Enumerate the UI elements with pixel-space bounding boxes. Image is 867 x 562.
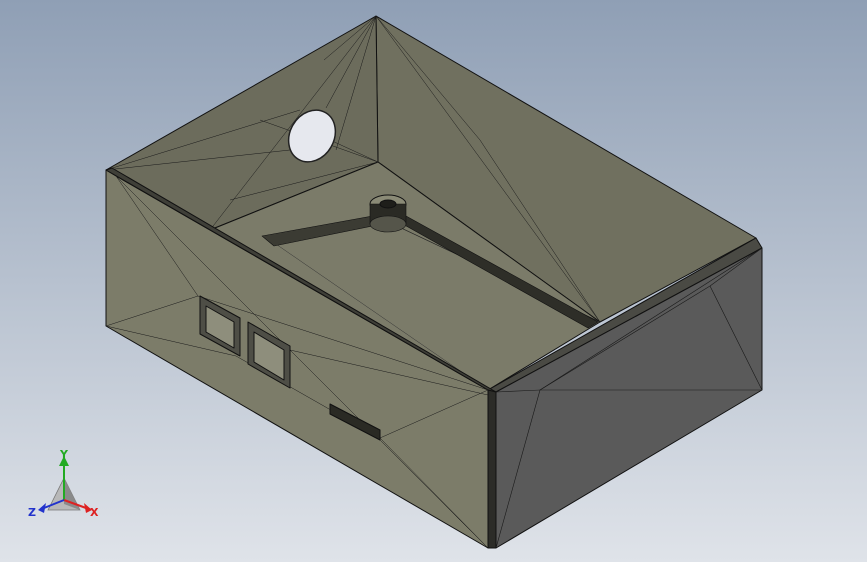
x-axis-label: X (90, 506, 99, 519)
z-axis-label: Z (28, 506, 36, 519)
boss-hole (379, 199, 397, 209)
y-axis-label: Y (59, 448, 69, 461)
viewport-canvas[interactable]: Y X Z (0, 0, 867, 562)
corner-edge (487, 389, 497, 549)
3d-viewport[interactable]: Y X Z (0, 0, 867, 562)
boss-bottom (369, 215, 407, 233)
